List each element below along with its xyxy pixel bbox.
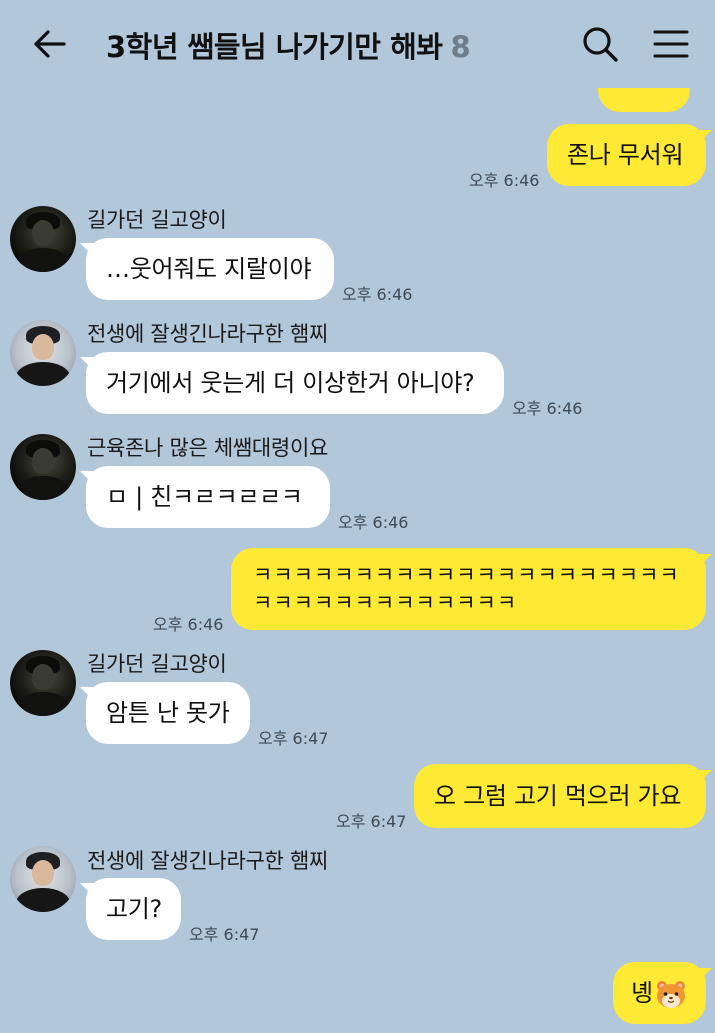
menu-button[interactable] — [648, 22, 694, 66]
avatar[interactable] — [10, 434, 76, 500]
message-text: 고기? — [106, 895, 162, 923]
sender-name: 전생에 잘생긴나라구한 햄찌 — [87, 322, 328, 346]
back-button[interactable] — [28, 22, 72, 66]
search-button[interactable] — [578, 22, 622, 66]
outgoing-message[interactable]: 녱 — [613, 962, 706, 1024]
message-time: 오후 6:46 — [153, 615, 224, 634]
incoming-message[interactable]: …웃어줘도 지랄이야 — [86, 238, 334, 300]
bubble-tail — [698, 554, 712, 568]
message-time: 오후 6:47 — [336, 812, 407, 831]
avatar[interactable] — [10, 320, 76, 386]
avatar[interactable] — [10, 650, 76, 716]
incoming-message[interactable]: 암튼 난 못가 — [86, 682, 250, 744]
member-count: 8 — [450, 30, 471, 64]
message-time: 오후 6:46 — [469, 171, 540, 190]
message-text: 존나 무서워 — [567, 141, 684, 169]
chat-header: 3학년 쌤들님 나가기만 해봐 8 — [0, 0, 715, 88]
bubble-tail — [698, 968, 712, 982]
message-time: 오후 6:46 — [338, 513, 409, 532]
sender-name: 전생에 잘생긴나라구한 햄찌 — [87, 849, 328, 873]
message-time: 오후 6:47 — [189, 925, 260, 944]
message-text: ㅋㅋㅋㅋㅋㅋㅋㅋㅋㅋㅋㅋㅋㅋㅋㅋㅋㅋㅋㅋㅋㅋㅋㅋㅋㅋㅋㅋㅋㅋㅋㅋㅋㅋ — [253, 563, 680, 615]
outgoing-message[interactable]: ㅋㅋㅋㅋㅋㅋㅋㅋㅋㅋㅋㅋㅋㅋㅋㅋㅋㅋㅋㅋㅋㅋㅋㅋㅋㅋㅋㅋㅋㅋㅋㅋㅋㅋ — [231, 548, 706, 630]
message-time: 오후 6:46 — [512, 399, 583, 418]
sender-name: 길가던 길고양이 — [87, 208, 227, 232]
chat-room-name: 3학년 쌤들님 나가기만 해봐 — [106, 30, 443, 64]
message-text: …웃어줘도 지랄이야 — [106, 255, 312, 283]
hamburger-menu-icon — [653, 30, 689, 58]
message-text: 오 그럼 고기 먹으러 가요 — [434, 782, 682, 810]
message-text: 거기에서 웃는게 더 이상한거 아니야? — [106, 369, 475, 397]
message-time: 오후 6:46 — [342, 285, 413, 304]
sender-name: 길가던 길고양이 — [87, 652, 227, 676]
search-icon — [583, 27, 618, 62]
sender-name: 근육존나 많은 체쌤대령이요 — [87, 436, 328, 460]
bubble-tail — [698, 770, 712, 784]
incoming-message[interactable]: 고기? — [86, 878, 181, 940]
message-time: 오후 6:47 — [258, 729, 329, 748]
incoming-message[interactable]: 거기에서 웃는게 더 이상한거 아니야? — [86, 352, 504, 414]
message-text: ㅁ | 친ㅋㄹㅋㄹㄹㅋ — [106, 483, 303, 511]
incoming-message[interactable]: ㅁ | 친ㅋㄹㅋㄹㄹㅋ — [86, 466, 330, 528]
message-text: 녱 — [631, 979, 653, 1007]
hamster-face-emoji — [655, 979, 685, 1008]
outgoing-message[interactable]: 오 그럼 고기 먹으러 가요 — [414, 764, 706, 828]
avatar[interactable] — [10, 846, 76, 912]
message-text: 암튼 난 못가 — [106, 699, 230, 727]
avatar[interactable] — [10, 206, 76, 272]
chat-title: 3학년 쌤들님 나가기만 해봐 8 — [106, 24, 471, 66]
arrow-left-icon — [34, 30, 66, 58]
outgoing-message[interactable]: 존나 무서워 — [547, 124, 706, 186]
bubble-tail — [698, 130, 712, 144]
